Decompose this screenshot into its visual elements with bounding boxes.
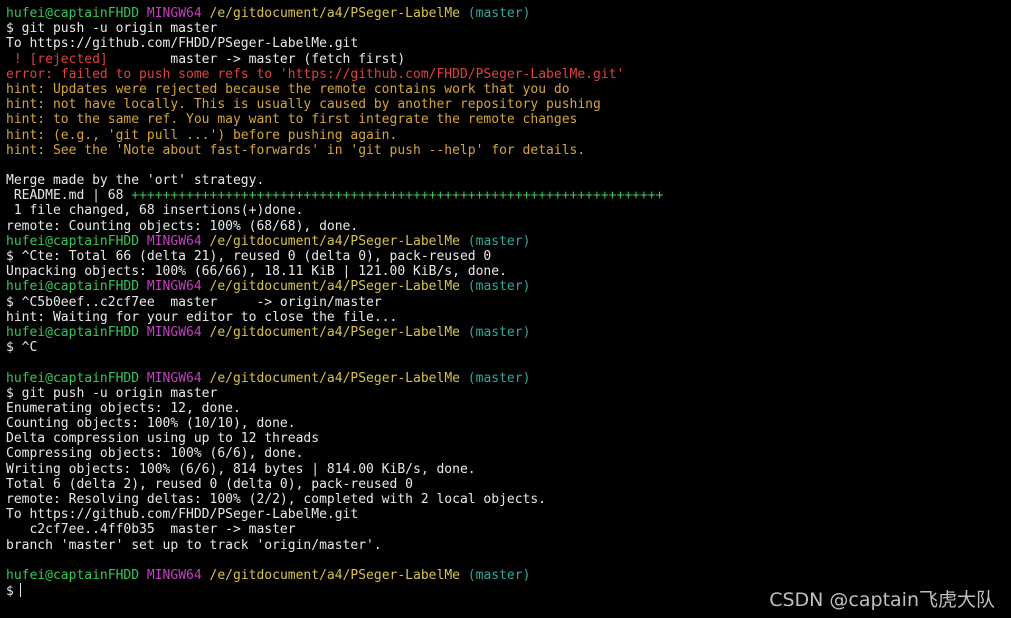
csdn-watermark: CSDN @captain飞虎大队 — [769, 589, 995, 611]
terminal-output[interactable]: hufei@captainFHDD MINGW64 /e/gitdocument… — [6, 6, 1006, 600]
terminal-text-segment: Unpacking objects: 100% (66/66), 18.11 K… — [6, 264, 507, 280]
terminal-text-segment: $ ^Cte: Total 66 (delta 21), reused 0 (d… — [6, 249, 492, 264]
terminal-text-segment: hufei@captainFHDD — [6, 370, 147, 386]
terminal-text-segment: hint: (e.g., 'git pull ...') before push… — [6, 127, 398, 143]
terminal-text-segment: (master) — [467, 324, 531, 340]
terminal-line: Writing objects: 100% (6/6), 814 bytes |… — [6, 462, 1006, 477]
terminal-line: hint: Updates were rejected because the … — [6, 82, 1006, 97]
terminal-text-segment: hufei@captainFHDD — [6, 6, 147, 21]
terminal-line: error: failed to push some refs to 'http… — [6, 67, 1006, 82]
terminal-text-segment: (master) — [467, 279, 531, 295]
terminal-text-segment: /e/gitdocument/a4/PSeger-LabelMe — [209, 6, 468, 21]
terminal-line: $ git push -u origin master — [6, 386, 1006, 401]
terminal-line: Counting objects: 100% (10/10), done. — [6, 416, 1006, 431]
terminal-text-segment: MINGW64 — [146, 233, 210, 249]
terminal-text-segment: master -> master (fetch first) — [107, 51, 406, 67]
terminal-text-segment: hint: not have locally. This is usually … — [6, 97, 601, 113]
terminal-line: hint: not have locally. This is usually … — [6, 97, 1006, 112]
terminal-line: hufei@captainFHDD MINGW64 /e/gitdocument… — [6, 325, 1006, 340]
terminal-text-segment: /e/gitdocument/a4/PSeger-LabelMe — [209, 233, 468, 249]
terminal-text-segment: remote: Counting objects: 100% (68/68), … — [6, 218, 359, 234]
terminal-line: hint: (e.g., 'git pull ...') before push… — [6, 128, 1006, 143]
terminal-line: branch 'master' set up to track 'origin/… — [6, 538, 1006, 553]
terminal-text-segment: MINGW64 — [146, 567, 210, 583]
terminal-line: Delta compression using up to 12 threads — [6, 431, 1006, 446]
terminal-line: To https://github.com/FHDD/PSeger-LabelM… — [6, 36, 1006, 51]
terminal-text-segment: 1 file changed, 68 insertions(+)done. — [6, 203, 304, 219]
terminal-text-segment: $ git push -u origin master — [6, 385, 218, 401]
terminal-text-segment: branch 'master' set up to track 'origin/… — [6, 537, 382, 553]
terminal-line: README.md | 68 +++++++++++++++++++++++++… — [6, 188, 1006, 203]
terminal-line: Compressing objects: 100% (6/6), done. — [6, 446, 1006, 461]
terminal-text-segment: hint: Updates were rejected because the … — [6, 81, 570, 97]
terminal-line: c2cf7ee..4ff0b35 master -> master — [6, 522, 1006, 537]
terminal-text-segment: To https://github.com/FHDD/PSeger-LabelM… — [6, 507, 359, 523]
terminal-text-segment: Delta compression using up to 12 threads — [6, 431, 320, 447]
terminal-text-segment: /e/gitdocument/a4/PSeger-LabelMe — [209, 567, 468, 583]
terminal-text-segment: (master) — [467, 370, 531, 386]
terminal-text-segment: ++++++++++++++++++++++++++++++++++++++++… — [131, 188, 664, 204]
terminal-text-segment: /e/gitdocument/a4/PSeger-LabelMe — [209, 370, 468, 386]
terminal-text-segment: Counting objects: 100% (10/10), done. — [6, 416, 296, 432]
terminal-text-segment: MINGW64 — [146, 324, 210, 340]
terminal-line: hufei@captainFHDD MINGW64 /e/gitdocument… — [6, 568, 1006, 583]
terminal-line: Unpacking objects: 100% (66/66), 18.11 K… — [6, 264, 1006, 279]
terminal-text-segment: To https://github.com/FHDD/PSeger-LabelM… — [6, 36, 359, 52]
terminal-line: hufei@captainFHDD MINGW64 /e/gitdocument… — [6, 6, 1006, 21]
terminal-text-segment: hufei@captainFHDD — [6, 324, 147, 340]
terminal-line: $ git push -u origin master — [6, 21, 1006, 36]
terminal-line: hufei@captainFHDD MINGW64 /e/gitdocument… — [6, 371, 1006, 386]
terminal-text-segment: Compressing objects: 100% (6/6), done. — [6, 446, 304, 462]
terminal-text-segment: Merge made by the 'ort' strategy. — [6, 173, 265, 189]
terminal-text-segment: Total 6 (delta 2), reused 0 (delta 0), p… — [6, 476, 413, 492]
terminal-text-segment: (master) — [467, 233, 531, 249]
terminal-text-segment: MINGW64 — [146, 370, 210, 386]
terminal-text-segment: /e/gitdocument/a4/PSeger-LabelMe — [209, 279, 468, 295]
terminal-line: Enumerating objects: 12, done. — [6, 401, 1006, 416]
terminal-text-segment: remote: Resolving deltas: 100% (2/2), co… — [6, 492, 547, 507]
terminal-text-segment: hufei@captainFHDD — [6, 279, 147, 295]
terminal-text-segment: $ git push -u origin master — [6, 21, 218, 37]
terminal-text-segment: (master) — [467, 6, 531, 21]
terminal-text-segment: MINGW64 — [146, 6, 210, 21]
terminal-text-segment: /e/gitdocument/a4/PSeger-LabelMe — [209, 324, 468, 340]
terminal-line: hufei@captainFHDD MINGW64 /e/gitdocument… — [6, 234, 1006, 249]
terminal-line: hint: Waiting for your editor to close t… — [6, 310, 1006, 325]
terminal-text-segment: Enumerating objects: 12, done. — [6, 400, 241, 416]
terminal-text-segment: hufei@captainFHDD — [6, 233, 147, 249]
terminal-text-segment: error: failed to push some refs to 'http… — [6, 66, 625, 82]
terminal-text-segment: $ ^C — [6, 340, 38, 356]
terminal-line: $ ^C — [6, 340, 1006, 355]
terminal-text-segment: hufei@captainFHDD — [6, 567, 147, 583]
terminal-line: $ ^Cte: Total 66 (delta 21), reused 0 (d… — [6, 249, 1006, 264]
prompt-symbol: $ — [6, 584, 14, 600]
terminal-text-segment: $ ^C5b0eef..c2cf7ee master -> origin/mas… — [6, 294, 382, 310]
terminal-text-segment: hint: to the same ref. You may want to f… — [6, 112, 578, 128]
terminal-line: remote: Counting objects: 100% (68/68), … — [6, 219, 1006, 234]
text-cursor — [19, 583, 21, 598]
terminal-line: Merge made by the 'ort' strategy. — [6, 173, 1006, 188]
terminal-text-segment: (master) — [467, 567, 531, 583]
terminal-text-segment: c2cf7ee..4ff0b35 master -> master — [6, 522, 296, 538]
terminal-line: remote: Resolving deltas: 100% (2/2), co… — [6, 492, 1006, 507]
terminal-text-segment: hint: See the 'Note about fast-forwards'… — [6, 142, 586, 158]
terminal-line: hint: See the 'Note about fast-forwards'… — [6, 143, 1006, 158]
terminal-text-segment: ! [rejected] — [6, 51, 108, 67]
terminal-line: hufei@captainFHDD MINGW64 /e/gitdocument… — [6, 279, 1006, 294]
terminal-text-segment: hint: Waiting for your editor to close t… — [6, 309, 398, 325]
terminal-line: To https://github.com/FHDD/PSeger-LabelM… — [6, 507, 1006, 522]
terminal-line: $ ^C5b0eef..c2cf7ee master -> origin/mas… — [6, 295, 1006, 310]
terminal-line: 1 file changed, 68 insertions(+)done. — [6, 203, 1006, 218]
terminal-line: ! [rejected] master -> master (fetch fir… — [6, 52, 1006, 67]
terminal-line: Total 6 (delta 2), reused 0 (delta 0), p… — [6, 477, 1006, 492]
terminal-text-segment: MINGW64 — [146, 279, 210, 295]
terminal-line: hint: to the same ref. You may want to f… — [6, 112, 1006, 127]
terminal-text-segment: README.md | 68 — [6, 188, 132, 204]
terminal-text-segment: Writing objects: 100% (6/6), 814 bytes |… — [6, 461, 476, 477]
